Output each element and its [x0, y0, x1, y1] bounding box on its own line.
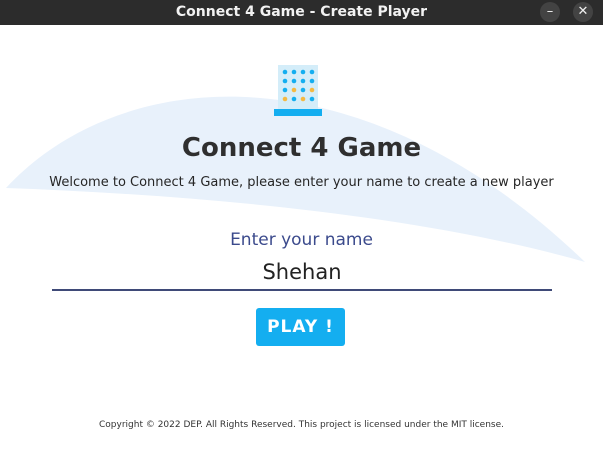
welcome-text: Welcome to Connect 4 Game, please enter …: [49, 175, 554, 190]
name-field-label: Enter your name: [230, 230, 373, 250]
close-icon: ✕: [577, 4, 589, 19]
play-button[interactable]: PLAY !: [256, 308, 345, 346]
app-window: Connect 4 Game - Create Player – ✕ Conne…: [0, 0, 603, 460]
minimize-button[interactable]: –: [540, 2, 560, 22]
copyright-text: Copyright © 2022 DEP. All Rights Reserve…: [99, 420, 504, 430]
title-bar[interactable]: Connect 4 Game - Create Player – ✕: [0, 0, 603, 25]
player-name-input[interactable]: [52, 254, 552, 291]
window-title: Connect 4 Game - Create Player: [175, 4, 428, 20]
app-title: Connect 4 Game: [181, 133, 422, 163]
connect-four-board-icon: [274, 65, 322, 116]
close-button[interactable]: ✕: [573, 2, 593, 22]
main-content: Connect 4 Game Welcome to Connect 4 Game…: [0, 25, 603, 460]
minimize-icon: –: [546, 4, 554, 19]
